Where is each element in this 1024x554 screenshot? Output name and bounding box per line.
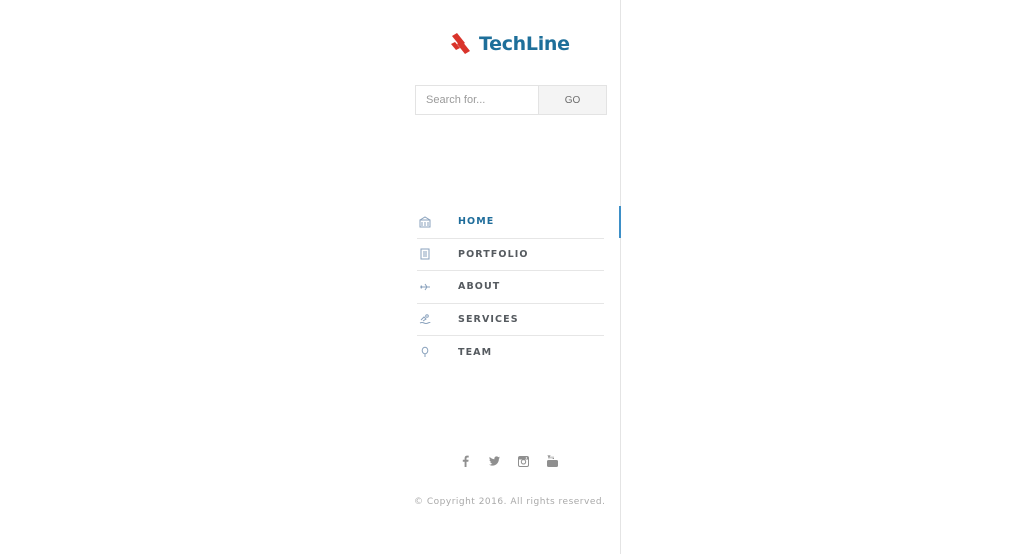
brand-logo[interactable]: TechLine (450, 32, 570, 56)
facebook-icon[interactable] (460, 454, 471, 468)
swimmer-icon (419, 313, 431, 325)
nav-label-team: TEAM (458, 346, 493, 358)
main-nav: HOME PORTFOLIO ABOUT SERVICES TEAM (417, 206, 621, 369)
document-icon (419, 248, 431, 260)
plane-icon (419, 281, 431, 293)
logo-stripes-icon (450, 32, 474, 56)
nav-item-services[interactable]: SERVICES (417, 304, 604, 336)
building-icon (419, 216, 431, 228)
nav-label-home: HOME (458, 216, 495, 228)
twitter-icon[interactable] (489, 454, 500, 468)
nav-item-about[interactable]: ABOUT (417, 271, 604, 304)
instagram-icon[interactable] (518, 454, 529, 468)
nav-label-portfolio: PORTFOLIO (458, 248, 529, 260)
balloon-icon (419, 346, 431, 358)
nav-item-portfolio[interactable]: PORTFOLIO (417, 239, 604, 271)
copyright-text: © Copyright 2016. All rights reserved. (414, 497, 606, 507)
page: TechLine GO HOME (0, 0, 1024, 554)
brand-name: TechLine (479, 33, 570, 55)
search-form: GO (415, 85, 607, 115)
nav-item-home[interactable]: HOME (417, 206, 621, 239)
nav-label-services: SERVICES (458, 313, 519, 325)
sidebar: TechLine GO HOME (0, 0, 621, 554)
nav-label-about: ABOUT (458, 281, 501, 293)
search-input[interactable] (416, 86, 538, 114)
social-links (460, 454, 558, 468)
youtube-icon[interactable] (547, 454, 558, 468)
go-button[interactable]: GO (538, 86, 606, 114)
nav-item-team[interactable]: TEAM (417, 336, 604, 369)
